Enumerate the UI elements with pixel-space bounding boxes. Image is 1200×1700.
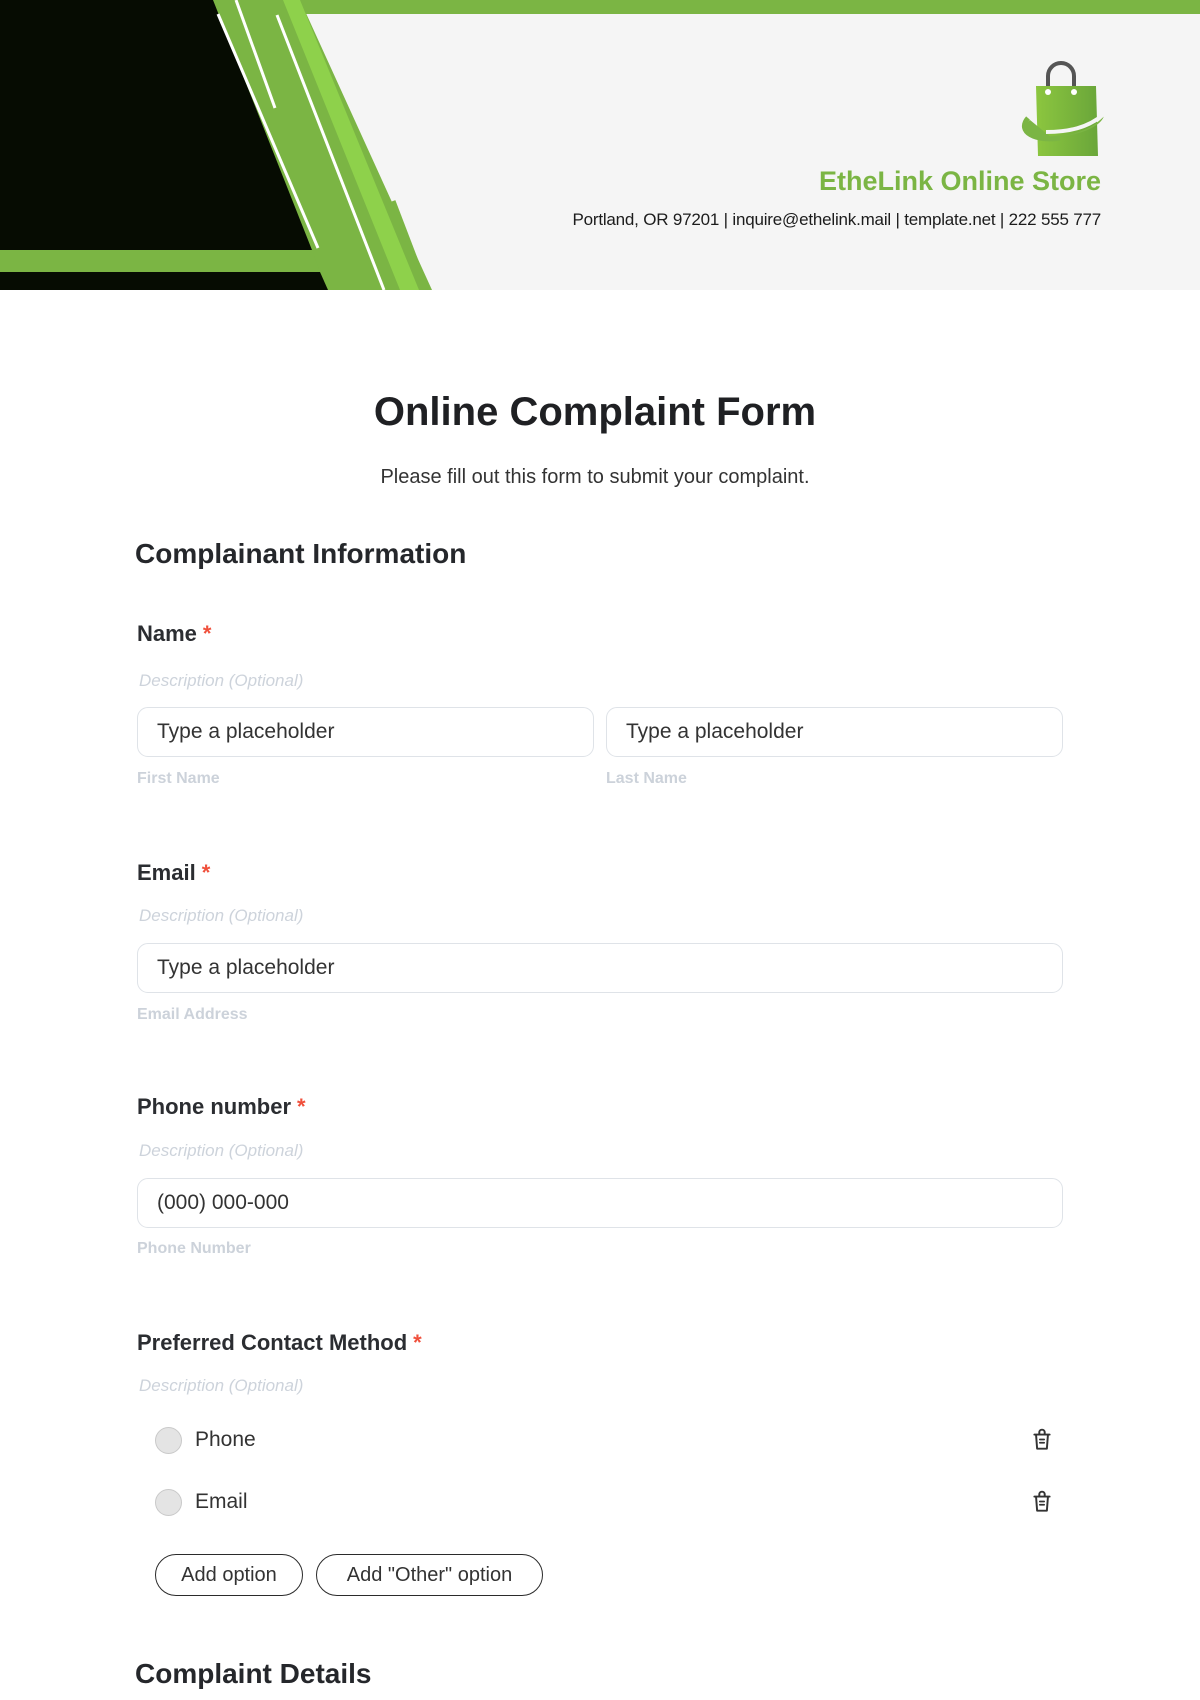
field-description[interactable]: Description (Optional) — [139, 1141, 303, 1161]
radio-label: Phone — [195, 1428, 256, 1451]
radio-label: Email — [195, 1490, 248, 1513]
section-title-complainant-information: Complainant Information — [135, 538, 467, 569]
input-placeholder: (000) 000-000 — [157, 1191, 289, 1214]
field-label-email: Email * — [137, 860, 210, 886]
input-placeholder: Type a placeholder — [157, 956, 335, 979]
input-placeholder: Type a placeholder — [157, 720, 335, 743]
radio-option-email[interactable]: Email — [155, 1485, 1055, 1519]
first-name-input[interactable]: Type a placeholder — [137, 707, 594, 757]
label-text: Email — [137, 860, 196, 885]
field-label-phone-number: Phone number * — [137, 1094, 306, 1120]
required-asterisk: * — [202, 621, 212, 646]
add-other-option-button[interactable]: Add "Other" option — [316, 1554, 543, 1596]
contact-info: Portland, OR 97201 | inquire@ethelink.ma… — [572, 210, 1101, 229]
label-text: Name — [137, 621, 197, 646]
field-description[interactable]: Description (Optional) — [139, 671, 303, 691]
phone-number-helper: Phone Number — [137, 1240, 251, 1257]
field-label-preferred-contact-method: Preferred Contact Method * — [137, 1330, 422, 1356]
label-text: Phone number — [137, 1094, 292, 1119]
green-horizontal-band — [0, 250, 320, 272]
last-name-input[interactable]: Type a placeholder — [606, 707, 1063, 757]
required-asterisk: * — [297, 1094, 306, 1119]
trash-icon[interactable] — [1029, 1489, 1055, 1515]
field-description[interactable]: Description (Optional) — [139, 906, 303, 926]
store-name: EtheLink Online Store — [818, 166, 1101, 196]
input-placeholder: Type a placeholder — [626, 720, 804, 743]
last-name-helper: Last Name — [606, 770, 687, 787]
black-bottom-strip — [0, 272, 328, 290]
add-option-button[interactable]: Add option — [155, 1554, 303, 1596]
section-title-complaint-details: Complaint Details — [135, 1658, 372, 1689]
required-asterisk: * — [413, 1330, 422, 1355]
first-name-helper: First Name — [137, 770, 220, 787]
phone-number-input[interactable]: (000) 000-000 — [137, 1178, 1063, 1228]
required-asterisk: * — [201, 860, 211, 885]
radio-button[interactable] — [155, 1488, 182, 1516]
radio-button[interactable] — [155, 1426, 182, 1454]
email-helper: Email Address — [137, 1006, 248, 1023]
header-banner: EtheLink Online Store Portland, OR 97201… — [0, 0, 1200, 290]
email-input[interactable]: Type a placeholder — [137, 943, 1063, 993]
shopping-bag-icon — [1021, 61, 1106, 156]
form-subtitle: Please fill out this form to submit your… — [380, 466, 810, 488]
trash-icon[interactable] — [1029, 1427, 1055, 1453]
radio-option-phone[interactable]: Phone — [155, 1423, 1055, 1457]
field-description[interactable]: Description (Optional) — [139, 1376, 303, 1396]
form-title: Online Complaint Form — [373, 390, 817, 434]
label-text: Preferred Contact Method — [137, 1330, 408, 1355]
field-label-name: Name * — [137, 621, 211, 647]
top-accent-bar — [280, 0, 1200, 14]
